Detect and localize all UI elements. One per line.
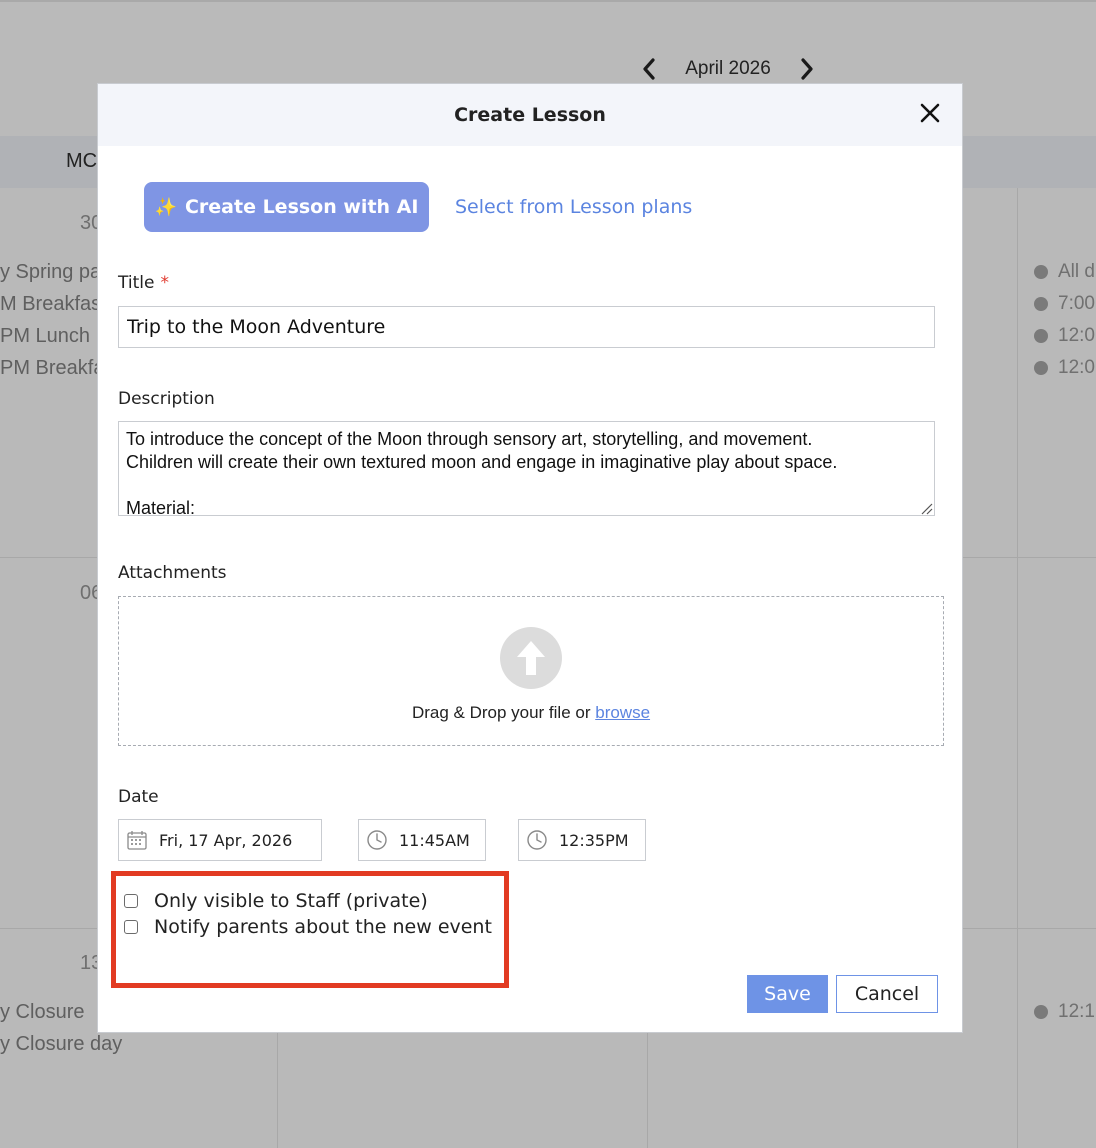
clock-icon xyxy=(525,828,549,852)
calendar-event[interactable]: y Closure xyxy=(0,1001,84,1024)
calendar-event[interactable]: 12:0 xyxy=(1034,325,1095,347)
sparkle-icon: ✨ xyxy=(154,196,177,218)
description-label: Description xyxy=(118,389,215,409)
end-time-picker[interactable]: 12:35PM xyxy=(518,819,646,861)
start-time-picker[interactable]: 11:45AM xyxy=(358,819,486,861)
calendar-event[interactable]: y Closure day xyxy=(0,1033,122,1056)
create-lesson-modal: Create Lesson ✨ Create Lesson with AI Se… xyxy=(97,83,963,1033)
day-of-week-label: MC xyxy=(66,150,98,172)
ai-button-label: Create Lesson with AI xyxy=(184,196,419,218)
notify-checkbox[interactable] xyxy=(124,920,138,934)
close-icon[interactable] xyxy=(918,101,942,125)
title-label: Title * xyxy=(118,273,169,293)
notify-checkbox-label: Notify parents about the new event xyxy=(154,916,492,938)
end-time-value: 12:35PM xyxy=(559,830,629,850)
private-option[interactable]: Only visible to Staff (private) xyxy=(124,890,428,912)
calendar-event[interactable]: All d xyxy=(1034,261,1095,283)
date-picker[interactable]: Fri, 17 Apr, 2026 xyxy=(118,819,322,861)
date-label: Date xyxy=(118,787,159,807)
chevron-right-icon[interactable] xyxy=(798,52,816,86)
event-dot-icon xyxy=(1034,297,1048,311)
private-checkbox-label: Only visible to Staff (private) xyxy=(154,890,428,912)
clock-icon xyxy=(365,828,389,852)
browse-link[interactable]: browse xyxy=(595,703,650,722)
required-mark: * xyxy=(160,273,169,293)
date-value: Fri, 17 Apr, 2026 xyxy=(159,830,293,850)
modal-title: Create Lesson xyxy=(454,104,606,126)
calendar-event[interactable]: M Breakfas xyxy=(0,293,101,316)
month-label: April 2026 xyxy=(685,58,771,79)
month-navigator: April 2026 xyxy=(640,52,816,86)
calendar-event[interactable]: PM Lunch xyxy=(0,325,90,348)
calendar-icon xyxy=(125,828,149,852)
event-dot-icon xyxy=(1034,1005,1048,1019)
grid-line xyxy=(1017,188,1018,1148)
private-checkbox[interactable] xyxy=(124,894,138,908)
dropzone-text: Drag & Drop your file or browse xyxy=(411,703,651,722)
resize-grip-icon[interactable] xyxy=(919,500,933,515)
attachments-label: Attachments xyxy=(118,563,227,583)
title-input[interactable] xyxy=(118,306,935,348)
notify-option[interactable]: Notify parents about the new event xyxy=(124,916,492,938)
calendar-event[interactable]: y Spring pa xyxy=(0,261,101,284)
event-dot-icon xyxy=(1034,265,1048,279)
description-textarea[interactable]: To introduce the concept of the Moon thr… xyxy=(118,421,935,516)
file-dropzone[interactable]: Drag & Drop your file or browse xyxy=(118,596,944,746)
calendar-event[interactable]: PM Breakfa xyxy=(0,357,104,380)
save-button[interactable]: Save xyxy=(747,975,828,1013)
chevron-left-icon[interactable] xyxy=(640,52,658,86)
select-lesson-plans-link[interactable]: Select from Lesson plans xyxy=(455,196,692,218)
event-dot-icon xyxy=(1034,329,1048,343)
upload-arrow-icon xyxy=(500,627,562,689)
cancel-button[interactable]: Cancel xyxy=(836,975,938,1013)
create-lesson-with-ai-button[interactable]: ✨ Create Lesson with AI xyxy=(144,182,429,232)
start-time-value: 11:45AM xyxy=(399,830,470,850)
calendar-event[interactable]: 12:0 xyxy=(1034,357,1095,379)
calendar-event[interactable]: 7:00 xyxy=(1034,293,1095,315)
calendar-event[interactable]: 12:1 xyxy=(1034,1001,1095,1023)
modal-header: Create Lesson xyxy=(98,84,962,146)
event-dot-icon xyxy=(1034,361,1048,375)
